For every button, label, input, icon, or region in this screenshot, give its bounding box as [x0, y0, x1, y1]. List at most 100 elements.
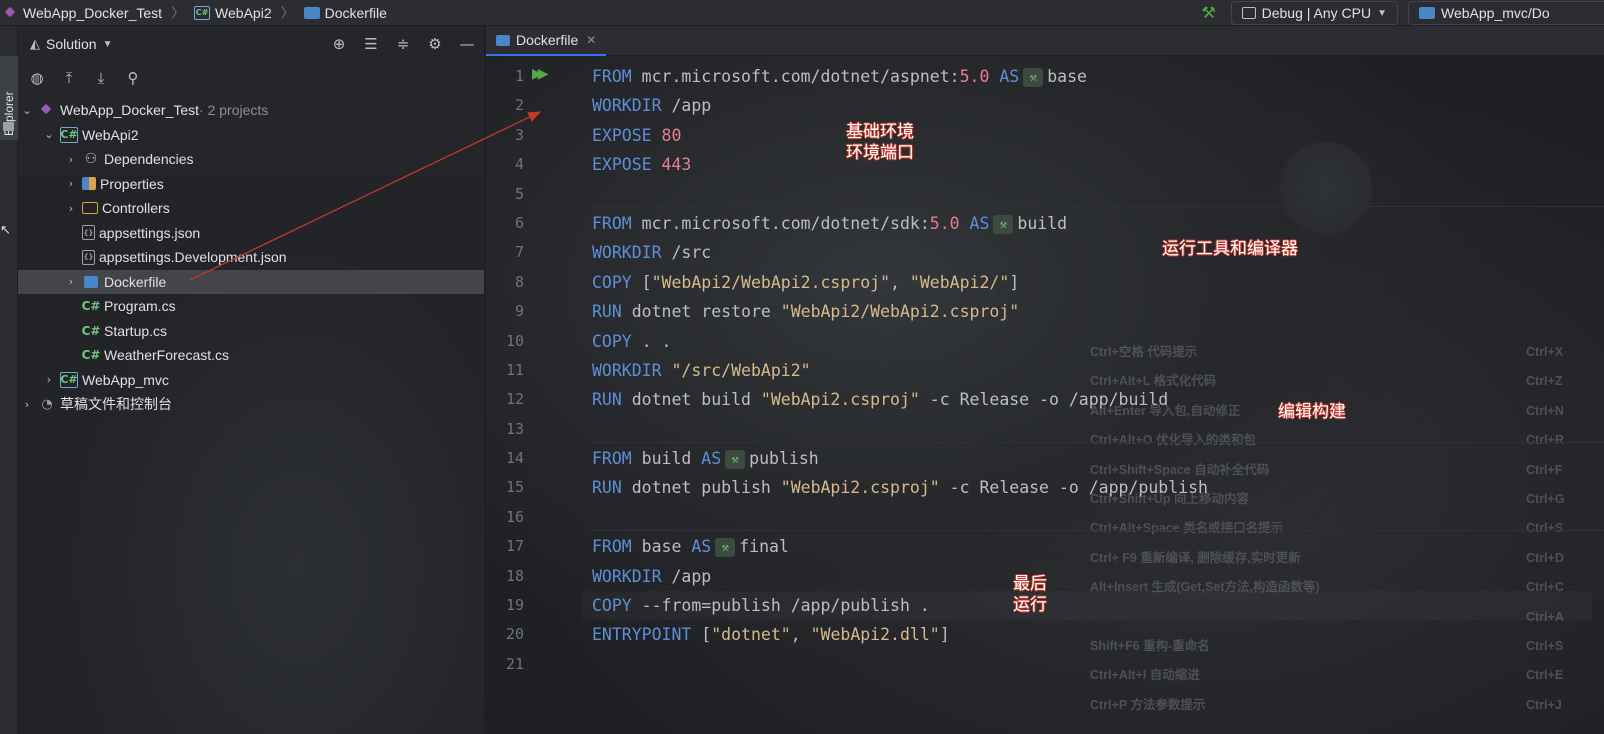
csharp-file-icon: C# — [81, 299, 101, 314]
json-file-icon: {} — [82, 225, 95, 241]
scroll-to-source-icon[interactable]: ⤓ — [92, 69, 110, 87]
tab-dockerfile[interactable]: Dockerfile ✕ — [486, 26, 607, 56]
tree-item-label: WeatherForecast.cs — [104, 347, 230, 364]
line-number: 11 — [505, 360, 524, 379]
annotation-base-env: 基础环境 环境端口 — [846, 122, 914, 163]
code-line: FROM mcr.microsoft.com/dotnet/sdk:5.0 AS… — [592, 209, 1592, 238]
code-token: "dotnet" — [711, 625, 791, 645]
locate-icon[interactable]: ⊕ — [330, 35, 348, 53]
dockerfile-icon — [303, 6, 320, 19]
code-token: [ — [691, 625, 712, 645]
code-token: mcr.microsoft.com/dotnet/sdk: — [631, 213, 930, 233]
build-configuration-dropdown[interactable]: Debug | Any CPU ▼ — [1230, 1, 1398, 25]
code-token: AS — [691, 537, 712, 557]
code-token: 5.0 — [929, 213, 960, 233]
editor-tabs: Dockerfile ✕ — [486, 26, 1604, 56]
code-token: AS — [701, 449, 722, 469]
chevron-right-icon[interactable]: › — [20, 398, 34, 411]
tree-item-scratches[interactable]: › ◔ 草稿文件和控制台 — [18, 392, 484, 417]
line-number: 16 — [505, 507, 524, 526]
code-token: FROM — [592, 67, 632, 86]
code-token: WORKDIR — [592, 360, 662, 380]
explorer-toolbar: ◍ ⤒ ⤓ ⚲ — [18, 62, 484, 94]
tree-item-webapi2[interactable]: ⌄ C# WebApi2 — [18, 123, 484, 148]
scroll-from-source-icon[interactable]: ⤒ — [60, 69, 78, 87]
tree-item-program[interactable]: C# Program.cs — [18, 294, 484, 319]
folder-icon[interactable] — [3, 122, 14, 131]
chevron-right-icon[interactable]: › — [64, 275, 78, 288]
code-token: AS — [969, 213, 990, 233]
build-stage-icon: ⚒ — [725, 450, 746, 470]
dependencies-icon: ⚇ — [84, 151, 98, 168]
tree-item-solution[interactable]: ⌄ WebApp_Docker_Test · 2 projects — [18, 98, 484, 123]
csharp-file-icon: C# — [81, 323, 101, 338]
code-token: . . — [631, 331, 672, 351]
code-token: /src — [661, 243, 712, 263]
code-token: COPY — [592, 272, 632, 292]
code-token: publish — [749, 449, 819, 469]
code-token: WORKDIR — [592, 96, 662, 116]
scratches-icon: ◔ — [41, 396, 53, 412]
tree-item-label: Dependencies — [104, 151, 194, 168]
tree-item-properties[interactable]: › Properties — [18, 172, 484, 197]
run-icon[interactable]: ▶▶ — [532, 65, 548, 82]
code-token: final — [739, 537, 789, 557]
chevron-right-icon[interactable]: › — [64, 202, 78, 215]
code-token: dotnet build — [621, 390, 761, 410]
collapse-all-icon[interactable]: ≑ — [394, 35, 412, 53]
code-token: RUN — [592, 478, 622, 498]
chevron-down-icon[interactable]: ⌄ — [20, 104, 34, 117]
code-token: "WebApi2.dll" — [810, 625, 940, 645]
chevron-right-icon[interactable]: › — [42, 373, 56, 386]
breadcrumb-file[interactable]: Dockerfile — [325, 5, 387, 21]
line-number: 1 — [514, 67, 524, 85]
build-hammer-icon[interactable]: ⚒ — [1197, 3, 1221, 23]
code-token: "WebApi2.csproj" — [760, 390, 920, 410]
chevron-down-icon[interactable]: ⌄ — [42, 128, 56, 141]
solution-icon — [38, 102, 56, 118]
code-line: RUN dotnet build "WebApi2.csproj" -c Rel… — [592, 385, 1592, 414]
code-token: RUN — [592, 302, 622, 322]
code-token: 80 — [661, 125, 682, 145]
project-count: · 2 projects — [199, 102, 269, 119]
tree-item-appsettings-development[interactable]: {} appsettings.Development.json — [18, 245, 484, 270]
tree-item-label: WebApp_mvc — [82, 371, 169, 388]
line-number: 3 — [514, 125, 524, 144]
explorer-title[interactable]: Solution — [46, 36, 97, 52]
code-line: EXPOSE 80 — [592, 121, 1592, 150]
tree-item-webapp-mvc[interactable]: › C# WebApp_mvc — [18, 368, 484, 393]
line-number: 12 — [505, 390, 524, 409]
tree-item-controllers[interactable]: › Controllers — [18, 196, 484, 221]
breadcrumb-solution[interactable]: WebApp_Docker_Test — [23, 5, 162, 21]
run-target-dropdown[interactable]: WebApp_mvc/Do — [1408, 1, 1604, 25]
minimize-icon[interactable]: — — [458, 35, 476, 53]
show-files-icon[interactable]: ◍ — [28, 69, 46, 87]
solution-view-icon: ◭ — [30, 36, 40, 51]
expand-all-icon[interactable]: ☰ — [362, 35, 380, 53]
gear-icon[interactable]: ⚙ — [426, 35, 444, 53]
chevron-down-icon[interactable]: ▼ — [103, 39, 113, 50]
breadcrumb-project[interactable]: WebApi2 — [215, 5, 272, 21]
tree-item-dependencies[interactable]: › ⚇ Dependencies — [18, 147, 484, 172]
close-icon[interactable]: ✕ — [586, 33, 596, 47]
search-icon[interactable]: ⚲ — [124, 69, 142, 87]
dockerfile-icon — [82, 274, 100, 290]
code-token: --from=publish /app/publish . — [631, 596, 930, 616]
code-token: , — [890, 272, 910, 292]
code-line: FROM build AS ⚒ publish — [592, 444, 1592, 473]
code-content[interactable]: FROM mcr.microsoft.com/dotnet/aspnet:5.0… — [592, 62, 1592, 679]
code-line: WORKDIR /app — [592, 91, 1592, 120]
build-stage-icon: ⚒ — [993, 214, 1014, 234]
tree-item-appsettings[interactable]: {} appsettings.json — [18, 221, 484, 246]
code-token: base — [631, 537, 692, 557]
tree-item-weatherforecast[interactable]: C# WeatherForecast.cs — [18, 343, 484, 368]
chevron-right-icon[interactable]: › — [64, 177, 78, 190]
configuration-icon — [1241, 7, 1256, 19]
tree-item-dockerfile[interactable]: › Dockerfile — [18, 269, 484, 294]
tree-item-startup[interactable]: C# Startup.cs — [18, 319, 484, 344]
code-line: WORKDIR "/src/WebApi2" — [592, 356, 1592, 385]
line-number: 14 — [505, 449, 524, 468]
chevron-right-icon[interactable]: › — [64, 153, 78, 166]
